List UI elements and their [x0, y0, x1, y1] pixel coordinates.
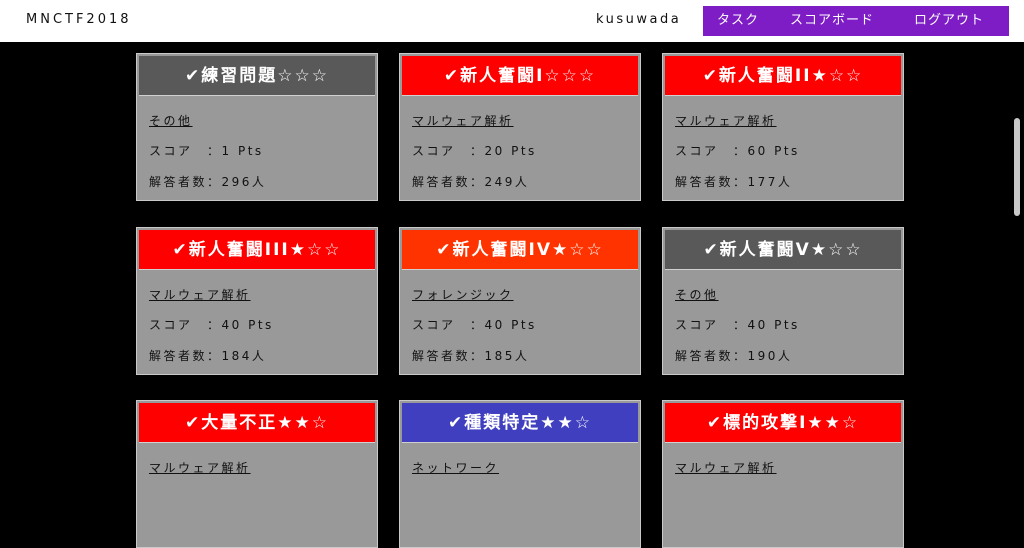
challenge-card[interactable]: ✔種類特定★★☆ ネットワーク: [399, 400, 641, 548]
solvers-value: 296人: [221, 175, 267, 189]
score-label: スコア ：: [149, 318, 222, 332]
score-value: 1 Pts: [221, 144, 264, 158]
challenge-card[interactable]: ✔大量不正★★☆ マルウェア解析: [136, 400, 378, 548]
challenge-category-link[interactable]: マルウェア解析: [412, 112, 514, 129]
challenge-score: スコア ：20 Pts: [412, 142, 537, 159]
solvers-value: 177人: [747, 175, 793, 189]
challenge-category-link[interactable]: その他: [675, 286, 719, 303]
challenge-solvers: 解答者数：177人: [675, 173, 792, 190]
challenge-score: スコア ：60 Pts: [675, 142, 800, 159]
challenge-solvers: 解答者数：190人: [675, 347, 792, 364]
solvers-value: 184人: [221, 349, 267, 363]
nav-scoreboard-button[interactable]: スコアボード: [790, 6, 874, 36]
nav-tasks-button[interactable]: タスク: [717, 6, 759, 36]
top-bar: MNCTF2018 kusuwada タスク スコアボード ログアウト: [0, 0, 1024, 42]
score-label: スコア ：: [412, 144, 485, 158]
nav-logout-button[interactable]: ログアウト: [914, 6, 984, 36]
challenge-score: スコア ：40 Pts: [675, 316, 800, 333]
solvers-label: 解答者数：: [149, 175, 222, 189]
solvers-value: 185人: [484, 349, 530, 363]
score-label: スコア ：: [675, 144, 748, 158]
solvers-label: 解答者数：: [675, 175, 748, 189]
challenge-card[interactable]: ✔新人奮闘V★☆☆ その他 スコア ：40 Pts 解答者数：190人: [662, 227, 904, 375]
challenge-title[interactable]: ✔練習問題☆☆☆: [139, 56, 375, 96]
challenge-title[interactable]: ✔種類特定★★☆: [402, 403, 638, 443]
site-brand[interactable]: MNCTF2018: [26, 12, 132, 27]
score-label: スコア ：: [149, 144, 222, 158]
scrollbar-thumb[interactable]: [1014, 118, 1020, 216]
score-value: 40 Pts: [747, 318, 800, 332]
solvers-label: 解答者数：: [412, 349, 485, 363]
solvers-value: 249人: [484, 175, 530, 189]
username: kusuwada: [596, 12, 682, 27]
challenge-title[interactable]: ✔新人奮闘III★☆☆: [139, 230, 375, 270]
challenge-title[interactable]: ✔新人奮闘I☆☆☆: [402, 56, 638, 96]
challenge-category-link[interactable]: マルウェア解析: [149, 286, 251, 303]
challenge-category-link[interactable]: フォレンジック: [412, 286, 514, 303]
challenge-solvers: 解答者数：184人: [149, 347, 266, 364]
challenge-category-link[interactable]: マルウェア解析: [149, 459, 251, 476]
challenge-solvers: 解答者数：249人: [412, 173, 529, 190]
challenge-card[interactable]: ✔練習問題☆☆☆ その他 スコア ：1 Pts 解答者数：296人: [136, 53, 378, 201]
challenge-title[interactable]: ✔大量不正★★☆: [139, 403, 375, 443]
score-label: スコア ：: [675, 318, 748, 332]
challenge-category-link[interactable]: マルウェア解析: [675, 459, 777, 476]
score-value: 40 Pts: [221, 318, 274, 332]
solvers-label: 解答者数：: [149, 349, 222, 363]
score-label: スコア ：: [412, 318, 485, 332]
challenge-card[interactable]: ✔新人奮闘III★☆☆ マルウェア解析 スコア ：40 Pts 解答者数：184…: [136, 227, 378, 375]
challenge-solvers: 解答者数：296人: [149, 173, 266, 190]
challenge-title[interactable]: ✔新人奮闘IV★☆☆: [402, 230, 638, 270]
challenge-card[interactable]: ✔新人奮闘I☆☆☆ マルウェア解析 スコア ：20 Pts 解答者数：249人: [399, 53, 641, 201]
challenge-category-link[interactable]: その他: [149, 112, 193, 129]
nav-menu: タスク スコアボード ログアウト: [703, 6, 1009, 36]
solvers-label: 解答者数：: [675, 349, 748, 363]
challenge-score: スコア ：1 Pts: [149, 142, 264, 159]
challenge-card[interactable]: ✔標的攻撃I★★☆ マルウェア解析: [662, 400, 904, 548]
challenge-category-link[interactable]: ネットワーク: [412, 459, 499, 476]
score-value: 60 Pts: [747, 144, 800, 158]
solvers-value: 190人: [747, 349, 793, 363]
challenge-card[interactable]: ✔新人奮闘IV★☆☆ フォレンジック スコア ：40 Pts 解答者数：185人: [399, 227, 641, 375]
challenge-score: スコア ：40 Pts: [412, 316, 537, 333]
challenge-card[interactable]: ✔新人奮闘II★☆☆ マルウェア解析 スコア ：60 Pts 解答者数：177人: [662, 53, 904, 201]
solvers-label: 解答者数：: [412, 175, 485, 189]
challenge-solvers: 解答者数：185人: [412, 347, 529, 364]
challenge-title[interactable]: ✔標的攻撃I★★☆: [665, 403, 901, 443]
challenge-score: スコア ：40 Pts: [149, 316, 274, 333]
score-value: 40 Pts: [484, 318, 537, 332]
challenge-category-link[interactable]: マルウェア解析: [675, 112, 777, 129]
challenge-title[interactable]: ✔新人奮闘V★☆☆: [665, 230, 901, 270]
challenge-title[interactable]: ✔新人奮闘II★☆☆: [665, 56, 901, 96]
score-value: 20 Pts: [484, 144, 537, 158]
